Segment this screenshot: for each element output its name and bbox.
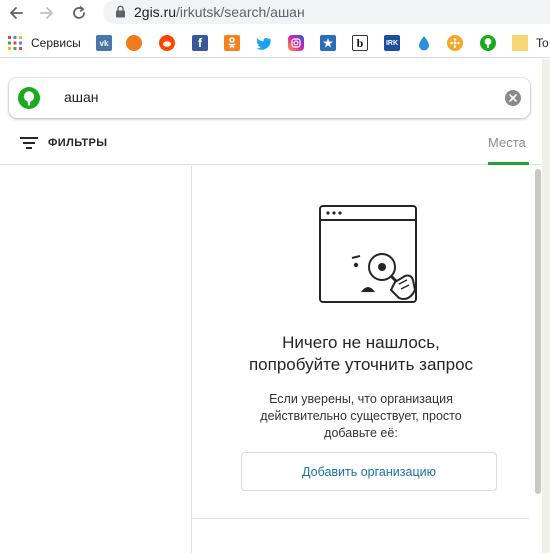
2gis-logo-icon[interactable] bbox=[18, 87, 40, 109]
scrollbar-thumb[interactable] bbox=[535, 169, 541, 494]
filter-row: ФИЛЬТРЫ Места bbox=[0, 121, 542, 165]
apps-grid-icon[interactable] bbox=[7, 35, 23, 51]
reload-icon bbox=[73, 5, 85, 19]
clear-search-button[interactable] bbox=[505, 90, 521, 106]
results-panel: Ничего не нашлось, попробуйте уточнить з… bbox=[193, 166, 529, 553]
empty-text-line1: Если уверены, что организация bbox=[269, 392, 453, 406]
back-button[interactable] bbox=[5, 2, 27, 24]
film-icon[interactable] bbox=[447, 35, 463, 51]
pikabu-icon[interactable] bbox=[126, 35, 142, 51]
url-host: 2gis.ru bbox=[134, 4, 177, 20]
b-icon[interactable]: b bbox=[352, 35, 368, 51]
add-organization-button[interactable]: Добавить организацию bbox=[241, 452, 497, 491]
reddit-icon[interactable] bbox=[159, 35, 175, 51]
empty-state-text: Если уверены, что организация действител… bbox=[193, 391, 529, 442]
url-text: 2gis.ru/irkutsk/search/ашан bbox=[134, 4, 305, 20]
address-bar[interactable]: 2gis.ru/irkutsk/search/ашан bbox=[103, 0, 550, 24]
vk-icon[interactable]: vk bbox=[96, 35, 112, 51]
twitter-icon[interactable] bbox=[256, 35, 272, 51]
results-divider bbox=[193, 518, 529, 519]
filter-icon bbox=[20, 137, 38, 149]
facebook-icon[interactable]: f bbox=[192, 35, 208, 51]
empty-text-line3: добавьте её: bbox=[324, 426, 398, 440]
irk-icon[interactable]: IRK bbox=[384, 35, 400, 51]
odnoklassniki-icon[interactable] bbox=[224, 35, 240, 51]
results-scrollbar[interactable] bbox=[535, 169, 541, 552]
bookmark-icon[interactable] bbox=[320, 35, 336, 51]
drop-icon[interactable] bbox=[416, 35, 432, 51]
nothing-found-illustration bbox=[319, 205, 417, 303]
lock-icon bbox=[116, 5, 125, 18]
empty-title-line1: Ничего не нашлось, bbox=[282, 333, 440, 352]
instagram-icon[interactable] bbox=[288, 35, 304, 51]
filters-label: ФИЛЬТРЫ bbox=[48, 137, 108, 149]
url-path: /irkutsk/search/ашан bbox=[176, 4, 305, 20]
map-edge bbox=[542, 59, 550, 553]
2gis-bookmark-icon[interactable] bbox=[480, 35, 496, 51]
apps-bookmark-label[interactable]: Сервисы bbox=[31, 36, 81, 50]
last-bookmark-label[interactable]: To bbox=[536, 36, 549, 50]
empty-state-title: Ничего не нашлось, попробуйте уточнить з… bbox=[193, 332, 529, 376]
page-content: ФИЛЬТРЫ Места Ничего не нашлось, попробу… bbox=[0, 59, 550, 553]
forward-button[interactable] bbox=[36, 2, 58, 24]
search-input[interactable] bbox=[64, 89, 464, 105]
browser-toolbar: 2gis.ru/irkutsk/search/ашан bbox=[0, 0, 550, 27]
reload-button[interactable] bbox=[68, 2, 90, 24]
tab-places[interactable]: Места bbox=[488, 135, 526, 150]
tab-active-indicator bbox=[488, 162, 529, 165]
close-icon bbox=[509, 94, 517, 102]
bookmarks-bar: Сервисы vk f b IRK To bbox=[0, 28, 550, 58]
arrow-right-icon bbox=[40, 7, 53, 19]
left-panel bbox=[0, 166, 192, 553]
arrow-left-icon bbox=[10, 7, 23, 19]
empty-text-line2: действительно существует, просто bbox=[260, 409, 462, 423]
search-box bbox=[9, 78, 530, 118]
filters-button[interactable]: ФИЛЬТРЫ bbox=[20, 133, 107, 153]
empty-title-line2: попробуйте уточнить запрос bbox=[248, 355, 474, 374]
folder-icon[interactable] bbox=[512, 35, 528, 51]
